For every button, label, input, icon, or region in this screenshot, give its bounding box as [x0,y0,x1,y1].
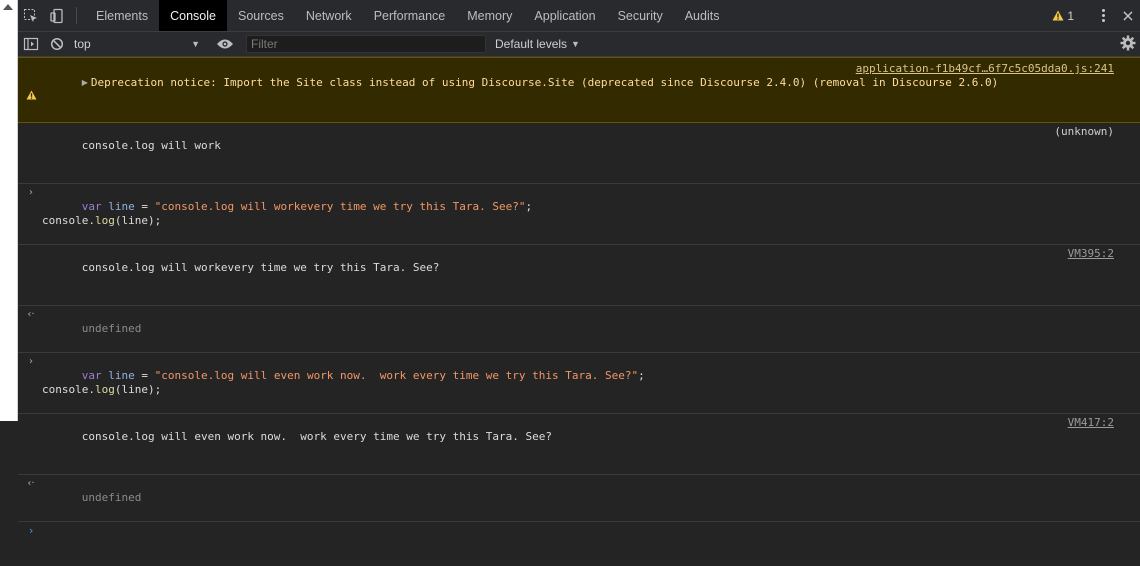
source-link[interactable]: application-f1b49cf…6f7c5c05dda0.js:241 [856,62,1114,76]
result-entry: ‹· undefined [18,306,1140,353]
result-entry: ‹· undefined [18,475,1140,522]
code-object: console. [42,383,95,396]
log-message: console.log will work (unknown) [18,123,1140,184]
code-string: "console.log will even work now. work ev… [154,369,639,382]
tab-audits[interactable]: Audits [674,0,731,31]
command-entry: › var line = "console.log will workevery … [18,184,1140,245]
gear-icon[interactable] [1120,35,1136,54]
command-entry: › var line = "console.log will even work … [18,353,1140,414]
clear-console-icon[interactable] [44,37,70,51]
tab-security[interactable]: Security [607,0,674,31]
warning-counter[interactable]: 1 [1052,9,1074,23]
inspect-element-icon[interactable] [18,0,44,31]
chevron-down-icon: ▼ [191,39,200,49]
prompt-chevron-icon: › [27,524,35,537]
code-function: log [94,383,115,396]
code-variable: line [108,200,135,213]
code-function: log [94,214,115,227]
warning-count: 1 [1067,8,1074,23]
warning-icon [24,62,38,118]
console-prompt-input[interactable]: › [18,522,1140,544]
source-label: (unknown) [1054,125,1114,138]
live-expression-eye-icon[interactable] [212,38,238,50]
chevron-down-icon: ▼ [571,39,580,49]
log-message: console.log will even work now. work eve… [18,414,1140,475]
code-keyword: var [81,200,102,213]
expand-triangle-icon[interactable]: ▶ [82,78,88,87]
log-text: console.log will work [81,139,221,152]
code-string: "console.log will workevery time we try … [154,200,526,213]
code-operator: = [134,200,155,213]
log-message: console.log will workevery time we try t… [18,245,1140,306]
tab-memory[interactable]: Memory [456,0,523,31]
warning-icon [1052,10,1064,21]
code-operator: = [134,369,155,382]
context-label: top [74,37,91,51]
code-keyword: var [81,369,102,382]
device-toolbar-icon[interactable] [44,0,70,31]
tab-sources[interactable]: Sources [227,0,295,31]
log-text: console.log will even work now. work eve… [81,430,552,443]
source-link[interactable]: VM395:2 [1068,247,1114,261]
scroll-up-arrow-icon[interactable] [3,4,13,10]
source-link[interactable]: VM417:2 [1068,416,1114,430]
result-arrow-icon: ‹· [27,309,35,320]
devtools-tab-bar: Elements Console Sources Network Perform… [18,0,1140,32]
log-levels-label: Default levels [495,37,568,51]
chevron-right-icon: › [29,356,33,367]
tab-performance[interactable]: Performance [363,0,457,31]
sidebar-toggle-icon[interactable] [18,37,44,51]
tab-elements[interactable]: Elements [85,0,159,31]
devtools-panel: Elements Console Sources Network Perform… [18,0,1140,537]
code-object: console. [42,214,95,227]
tab-application[interactable]: Application [523,0,606,31]
log-text: console.log will workevery time we try t… [81,261,440,274]
log-levels-dropdown[interactable]: Default levels ▼ [495,37,580,51]
result-value: undefined [81,491,142,504]
code-args: (line); [114,214,162,227]
console-toolbar: top ▼ Default levels ▼ [18,32,1140,57]
console-messages: ▶ Deprecation notice: Import the Site cla… [18,57,1140,544]
code-variable: line [108,369,135,382]
result-value: undefined [81,322,142,335]
tab-network[interactable]: Network [295,0,363,31]
code-punct: ; [525,200,533,213]
filter-input[interactable] [246,35,486,53]
warning-text: Deprecation notice: Import the Site clas… [90,76,999,89]
close-icon[interactable]: × [1116,6,1140,25]
context-selector[interactable]: top ▼ [70,34,206,54]
code-args: (line); [114,383,162,396]
more-options-icon[interactable] [1090,9,1116,22]
warning-message[interactable]: ▶ Deprecation notice: Import the Site cla… [18,57,1140,123]
result-arrow-icon: ‹· [27,478,35,489]
toolbar-divider [76,7,77,24]
page-scrollbar[interactable] [0,0,18,421]
tab-console[interactable]: Console [159,0,227,31]
code-punct: ; [638,369,645,382]
chevron-right-icon: › [29,187,33,198]
